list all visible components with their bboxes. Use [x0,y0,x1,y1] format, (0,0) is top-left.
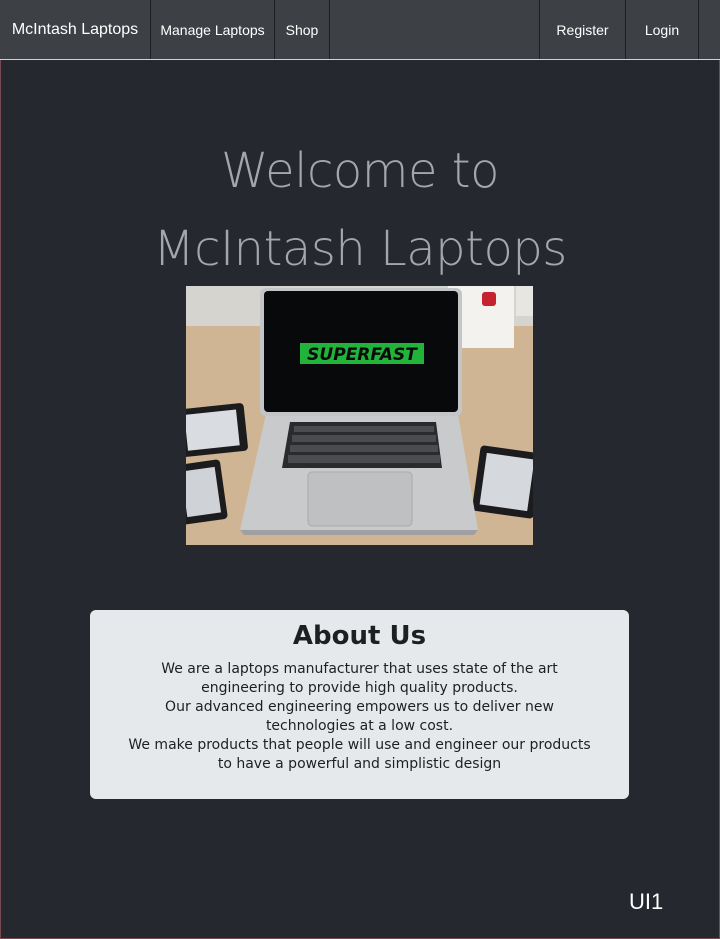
about-line: We make products that people will use an… [128,737,591,753]
screen-superfast-text: SUPERFAST [307,345,418,365]
about-line: Our advanced engineering empowers us to … [165,699,554,715]
about-line: engineering to provide high quality prod… [201,680,518,696]
hero-title-line1: Welcome to [220,143,500,200]
hero-title: Welcome to McIntash Laptops [60,132,660,288]
navbar-spacer [699,0,720,59]
about-card: About Us We are a laptops manufacturer t… [90,610,629,799]
corner-tag: UI1 [629,889,664,914]
about-line: We are a laptops manufacturer that uses … [161,661,558,677]
nav-shop[interactable]: Shop [275,0,330,59]
hero-title-line2: McIntash Laptops [153,221,567,278]
brand-link[interactable]: McIntash Laptops [0,0,151,59]
nav-register[interactable]: Register [539,0,626,59]
nav-manage-laptops[interactable]: Manage Laptops [151,0,275,59]
laptop-photo: SUPERFAST [186,286,533,545]
nav-login[interactable]: Login [626,0,699,59]
about-title: About Us [292,621,427,651]
navbar: McIntash Laptops Manage Laptops Shop Reg… [0,0,720,60]
about-text: We are a laptops manufacturer that uses … [120,660,600,774]
about-line: to have a powerful and simplistic design [217,756,502,772]
about-line: technologies at a low cost. [265,718,454,734]
